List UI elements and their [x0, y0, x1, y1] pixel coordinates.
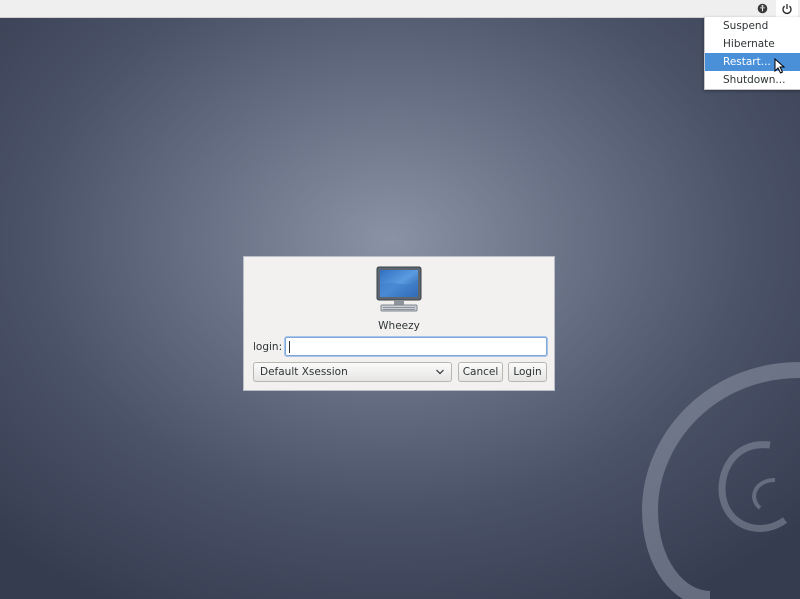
menu-item-suspend[interactable]: Suspend [705, 17, 800, 35]
text-caret [289, 341, 290, 353]
cancel-button[interactable]: Cancel [458, 362, 503, 382]
login-dialog: Wheezy login: Default Xsession Cancel Lo… [243, 256, 555, 391]
login-button[interactable]: Login [508, 362, 547, 382]
power-icon[interactable] [776, 0, 798, 17]
power-menu: Suspend Hibernate Restart... Shutdown... [704, 17, 800, 90]
hostname-label: Wheezy [378, 320, 420, 332]
mouse-cursor-icon [774, 58, 786, 74]
login-input[interactable] [284, 336, 548, 357]
top-panel [0, 0, 800, 18]
accessibility-icon[interactable] [751, 0, 773, 17]
session-select[interactable]: Default Xsession [253, 362, 452, 382]
session-select-value: Default Xsession [260, 366, 348, 378]
debian-swirl-logo [641, 362, 800, 599]
login-label: login: [253, 341, 283, 353]
computer-icon [376, 266, 422, 312]
chevron-down-icon [435, 363, 445, 387]
menu-item-hibernate[interactable]: Hibernate [705, 35, 800, 53]
